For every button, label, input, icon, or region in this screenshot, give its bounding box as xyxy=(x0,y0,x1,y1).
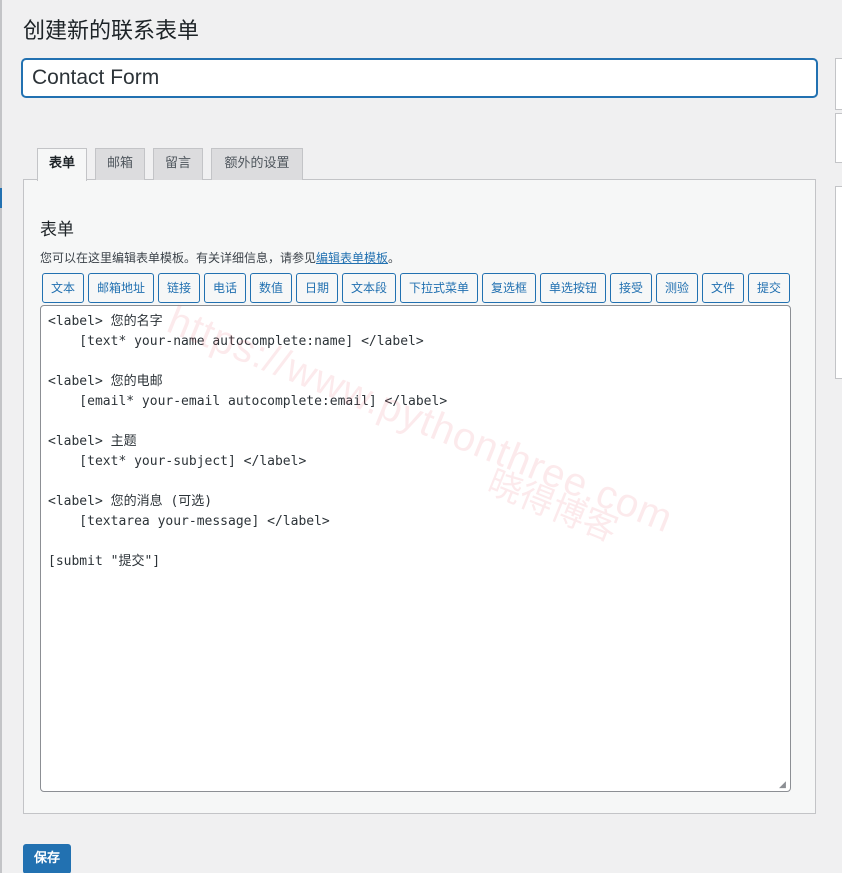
tag-acceptance-button[interactable]: 接受 xyxy=(610,273,652,303)
resize-handle-icon[interactable]: ◢ xyxy=(779,780,789,790)
section-description-text: 您可以在这里编辑表单模板。有关详细信息，请参见 xyxy=(40,251,317,265)
admin-sidebar-accent xyxy=(0,188,2,208)
tag-dropdown-button[interactable]: 下拉式菜单 xyxy=(400,273,478,303)
side-panel-box xyxy=(835,113,842,163)
tag-email-button[interactable]: 邮箱地址 xyxy=(88,273,154,303)
tag-number-button[interactable]: 数值 xyxy=(250,273,292,303)
tag-radio-button[interactable]: 单选按钮 xyxy=(540,273,606,303)
tab-additional-settings[interactable]: 额外的设置 xyxy=(211,148,303,180)
admin-sidebar-edge xyxy=(0,0,2,873)
tag-quiz-button[interactable]: 测验 xyxy=(656,273,698,303)
section-description-suffix: 。 xyxy=(388,251,401,265)
side-panel-box xyxy=(835,58,842,110)
tag-file-button[interactable]: 文件 xyxy=(702,273,744,303)
section-description: 您可以在这里编辑表单模板。有关详细信息，请参见编辑表单模板。 xyxy=(40,249,400,266)
tag-date-button[interactable]: 日期 xyxy=(296,273,338,303)
side-panel-box xyxy=(835,186,842,379)
tag-url-button[interactable]: 链接 xyxy=(158,273,200,303)
tag-tel-button[interactable]: 电话 xyxy=(204,273,246,303)
edit-form-template-link[interactable]: 编辑表单模板 xyxy=(316,251,388,265)
tag-text-button[interactable]: 文本 xyxy=(42,273,84,303)
form-title-input[interactable] xyxy=(22,59,817,97)
tab-messages[interactable]: 留言 xyxy=(153,148,203,180)
tag-submit-button[interactable]: 提交 xyxy=(748,273,790,303)
form-template-editor[interactable]: <label> 您的名字 [text* your-name autocomple… xyxy=(40,305,791,792)
tab-mail[interactable]: 邮箱 xyxy=(95,148,145,180)
tab-form[interactable]: 表单 xyxy=(37,148,87,181)
save-button[interactable]: 保存 xyxy=(23,844,71,873)
tag-textarea-button[interactable]: 文本段 xyxy=(342,273,396,303)
section-title: 表单 xyxy=(40,220,74,240)
page-title: 创建新的联系表单 xyxy=(23,19,200,44)
tag-checkbox-button[interactable]: 复选框 xyxy=(482,273,536,303)
